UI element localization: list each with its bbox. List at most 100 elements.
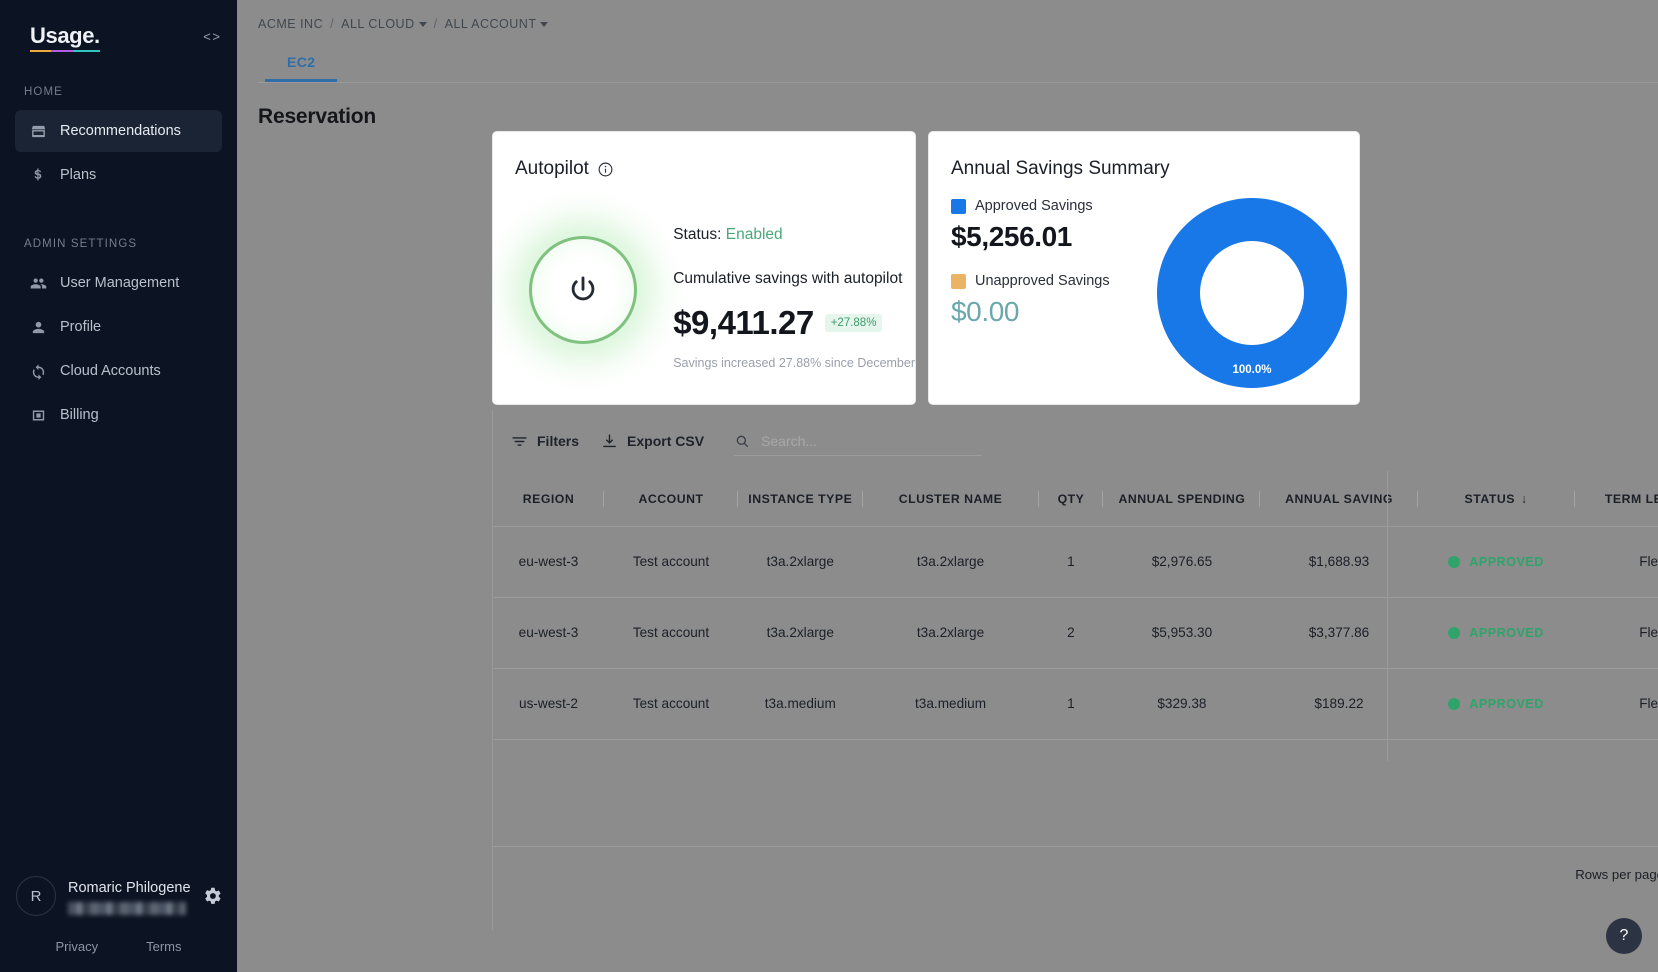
app-logo-text: Usage. xyxy=(30,23,100,48)
th-annual-spending[interactable]: ANNUAL SPENDING xyxy=(1103,472,1261,527)
cell-status: APPROVED xyxy=(1417,668,1575,740)
sidebar-item-plans[interactable]: Plans xyxy=(15,154,222,196)
sidebar-legal: Privacy Terms xyxy=(0,939,237,954)
table-head: REGION ACCOUNT INSTANCE TYPE CLUSTER NAM… xyxy=(493,472,1658,527)
table-body: eu-west-3 Test account t3a.2xlarge t3a.2… xyxy=(493,526,1658,740)
action-column-divider xyxy=(1387,471,1388,761)
table-toolbar: Filters Export CSV Approve xyxy=(493,410,1658,472)
main-content: ACME INC / ALL CLOUD / ALL ACCOUNT EC2 R… xyxy=(237,0,1658,972)
cell-term-length: Flex xyxy=(1574,597,1658,669)
savings-legend: Approved Savings $5,256.01 Unapproved Sa… xyxy=(951,198,1141,388)
terms-link[interactable]: Terms xyxy=(146,939,181,954)
users-icon xyxy=(29,274,47,292)
cell-annual-spending: $5,953.30 xyxy=(1103,597,1261,669)
cell-account: Test account xyxy=(603,597,738,669)
th-region-label: REGION xyxy=(522,491,575,506)
gear-icon[interactable] xyxy=(201,885,223,907)
cell-region: eu-west-3 xyxy=(493,597,604,669)
breadcrumb-separator: / xyxy=(330,17,335,31)
search-input[interactable] xyxy=(761,432,983,449)
th-cluster-name[interactable]: CLUSTER NAME xyxy=(862,472,1039,527)
legend-swatch-unapproved xyxy=(951,273,966,289)
cell-account: Test account xyxy=(603,526,738,598)
th-cluster-name-label: CLUSTER NAME xyxy=(898,491,1003,506)
sync-icon xyxy=(29,362,47,380)
th-annual-saving[interactable]: ANNUAL SAVING xyxy=(1260,472,1418,527)
unapproved-savings-value: $0.00 xyxy=(951,296,1020,327)
sidebar-user-block[interactable]: R Romaric Philogene xyxy=(0,876,237,916)
app-root: Usage. < > HOME Recommendations Plans AD… xyxy=(0,0,1658,972)
cell-annual-spending: $329.38 xyxy=(1103,668,1261,740)
th-qty[interactable]: QTY xyxy=(1038,472,1104,527)
sidebar-item-cloud-accounts[interactable]: Cloud Accounts xyxy=(15,350,222,392)
cell-cluster-name: t3a.2xlarge xyxy=(862,597,1039,669)
sidebar-item-label: Recommendations xyxy=(60,123,181,139)
status-badge: APPROVED xyxy=(1469,625,1544,640)
th-account[interactable]: ACCOUNT xyxy=(603,472,738,527)
cell-status: APPROVED xyxy=(1417,526,1575,598)
sidebar-section-admin-title: ADMIN SETTINGS xyxy=(24,238,138,250)
user-name: Romaric Philogene xyxy=(68,879,191,896)
table-header-row: REGION ACCOUNT INSTANCE TYPE CLUSTER NAM… xyxy=(493,472,1658,527)
savings-card-header: Annual Savings Summary xyxy=(929,132,1359,180)
autopilot-status-value: Enabled xyxy=(725,226,783,243)
th-term-length[interactable]: TERM LENGTH xyxy=(1574,472,1658,527)
autopilot-card: Autopilot Status: Enabled Cumulative sav… xyxy=(492,131,916,405)
sidebar-item-label: Cloud Accounts xyxy=(60,363,161,379)
breadcrumb: ACME INC / ALL CLOUD / ALL ACCOUNT xyxy=(237,0,1658,31)
summary-cards: Autopilot Status: Enabled Cumulative sav… xyxy=(492,131,1360,405)
sidebar-collapse-icon[interactable]: < > xyxy=(203,29,220,44)
avatar-initial: R xyxy=(30,887,42,905)
avatar: R xyxy=(16,876,56,916)
th-region[interactable]: REGION xyxy=(493,472,604,527)
table-row[interactable]: us-west-2 Test account t3a.medium t3a.me… xyxy=(493,668,1658,740)
privacy-link[interactable]: Privacy xyxy=(55,939,98,954)
th-instance-type[interactable]: INSTANCE TYPE xyxy=(738,472,863,527)
export-csv-button[interactable]: Export CSV xyxy=(601,433,704,450)
legend-label-unapproved: Unapproved Savings xyxy=(975,273,1110,289)
breadcrumb-cloud[interactable]: ALL CLOUD xyxy=(341,17,427,31)
cell-region: us-west-2 xyxy=(493,668,604,740)
cell-account: Test account xyxy=(603,668,738,740)
th-account-label: ACCOUNT xyxy=(638,491,704,506)
th-annual-spending-label: ANNUAL SPENDING xyxy=(1118,491,1246,506)
sidebar-item-profile[interactable]: Profile xyxy=(15,306,222,348)
breadcrumb-account[interactable]: ALL ACCOUNT xyxy=(445,17,549,31)
th-status[interactable]: STATUS ↓ xyxy=(1417,472,1575,527)
tab-bar: EC2 xyxy=(258,45,1658,83)
sidebar-item-user-management[interactable]: User Management xyxy=(15,262,222,304)
breadcrumb-cloud-label: ALL CLOUD xyxy=(341,17,415,31)
cell-annual-saving: $3,377.86 xyxy=(1260,597,1418,669)
sidebar-item-billing[interactable]: Billing xyxy=(15,394,222,436)
logo-underline xyxy=(30,50,100,52)
tab-ec2[interactable]: EC2 xyxy=(265,45,338,82)
annual-savings-card: Annual Savings Summary Approved Savings … xyxy=(928,131,1360,405)
savings-body: Approved Savings $5,256.01 Unapproved Sa… xyxy=(929,180,1359,388)
cell-term-length: Flex xyxy=(1574,668,1658,740)
sidebar-section-home-title: HOME xyxy=(24,86,63,98)
autopilot-status-label: Status: xyxy=(673,226,722,243)
sidebar-item-label: Profile xyxy=(60,319,102,335)
legend-swatch-approved xyxy=(951,198,966,214)
search-box[interactable] xyxy=(734,426,983,456)
autopilot-subtitle: Cumulative savings with autopilot xyxy=(673,270,903,287)
power-toggle-button[interactable] xyxy=(529,236,638,344)
sidebar-brand-row: Usage. < > xyxy=(0,0,237,72)
help-button[interactable]: ? xyxy=(1606,918,1642,954)
th-term-length-label: TERM LENGTH xyxy=(1604,491,1658,506)
table-row[interactable]: eu-west-3 Test account t3a.2xlarge t3a.2… xyxy=(493,597,1658,669)
chevron-down-icon xyxy=(418,22,427,28)
sort-desc-icon: ↓ xyxy=(1520,491,1528,506)
filters-button[interactable]: Filters xyxy=(511,433,579,450)
sidebar-item-recommendations[interactable]: Recommendations xyxy=(15,110,222,152)
info-icon[interactable] xyxy=(597,161,614,178)
legend-label-approved: Approved Savings xyxy=(975,198,1093,214)
legend-approved: Approved Savings xyxy=(951,198,1141,214)
cell-instance-type: t3a.2xlarge xyxy=(738,526,863,598)
savings-donut-chart: 100.0% xyxy=(1157,198,1347,388)
th-instance-type-label: INSTANCE TYPE xyxy=(748,491,853,506)
app-logo[interactable]: Usage. xyxy=(30,23,100,52)
breadcrumb-org[interactable]: ACME INC xyxy=(258,17,323,31)
table-row[interactable]: eu-west-3 Test account t3a.2xlarge t3a.2… xyxy=(493,526,1658,598)
